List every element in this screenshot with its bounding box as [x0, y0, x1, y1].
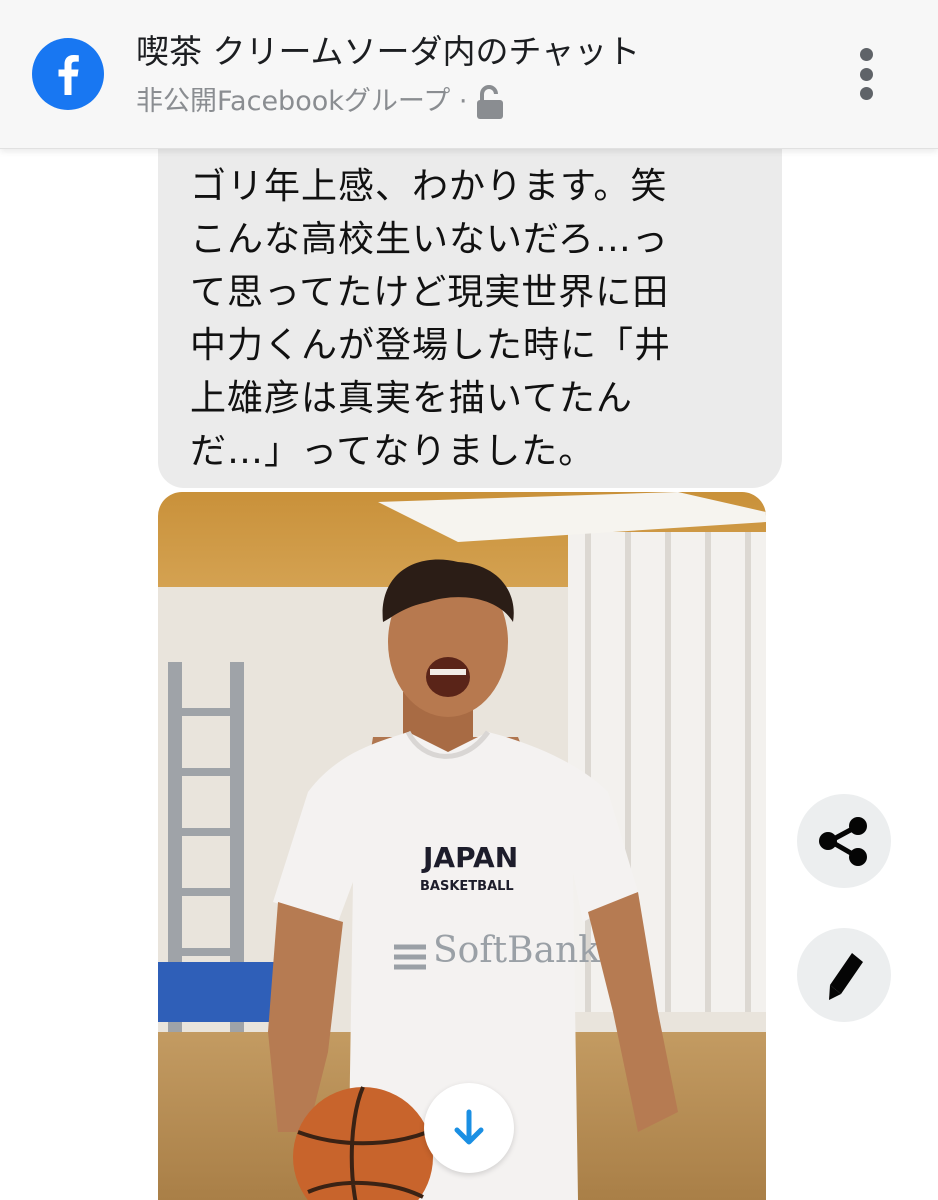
message-line: ゴリ年上感、わかります。笑	[190, 166, 668, 207]
shirt-sponsor-text: SoftBank	[433, 930, 601, 971]
pencil-icon	[829, 953, 863, 1000]
more-options-button[interactable]	[842, 40, 890, 108]
group-privacy-row: 非公開Facebookグループ ·	[136, 80, 507, 124]
edit-button[interactable]	[797, 928, 891, 1022]
arrow-down-icon	[454, 1109, 484, 1145]
facebook-logo-icon[interactable]	[32, 38, 104, 110]
more-vertical-icon-dot	[859, 67, 873, 81]
share-button[interactable]	[797, 794, 891, 888]
message-line: こんな高校生いないだろ…っ	[190, 219, 669, 260]
chat-title[interactable]: 喫茶 クリームソーダ内のチャット	[136, 30, 776, 74]
message-line: 中力くんが登場した時に「井	[190, 325, 672, 366]
message-line: 上雄彦は真実を描いてたん	[190, 378, 633, 419]
group-privacy-label: 非公開Facebookグループ ·	[136, 86, 468, 117]
message-line: て思ってたけど現実世界に田	[190, 272, 670, 313]
message-bubble[interactable]: ゴリ年上感、わかります。笑 こんな高校生いないだろ…っ て思ってたけど現実世界に…	[158, 100, 782, 488]
message-text: ゴリ年上感、わかります。笑 こんな高校生いないだろ…っ て思ってたけど現実世界に…	[190, 160, 770, 478]
chat-header: 喫茶 クリームソーダ内のチャット 非公開Facebookグループ ·	[0, 0, 938, 149]
share-icon	[819, 817, 867, 866]
download-button[interactable]	[424, 1083, 514, 1173]
more-vertical-icon-dot	[859, 87, 873, 100]
unlocked-padlock-icon	[473, 84, 507, 120]
shirt-logo-subtext: BASKETBALL	[420, 879, 514, 894]
shirt-logo-text: JAPAN	[421, 841, 518, 874]
more-vertical-icon-dot	[859, 48, 873, 61]
message-line: だ…」ってなりました。	[190, 431, 596, 472]
